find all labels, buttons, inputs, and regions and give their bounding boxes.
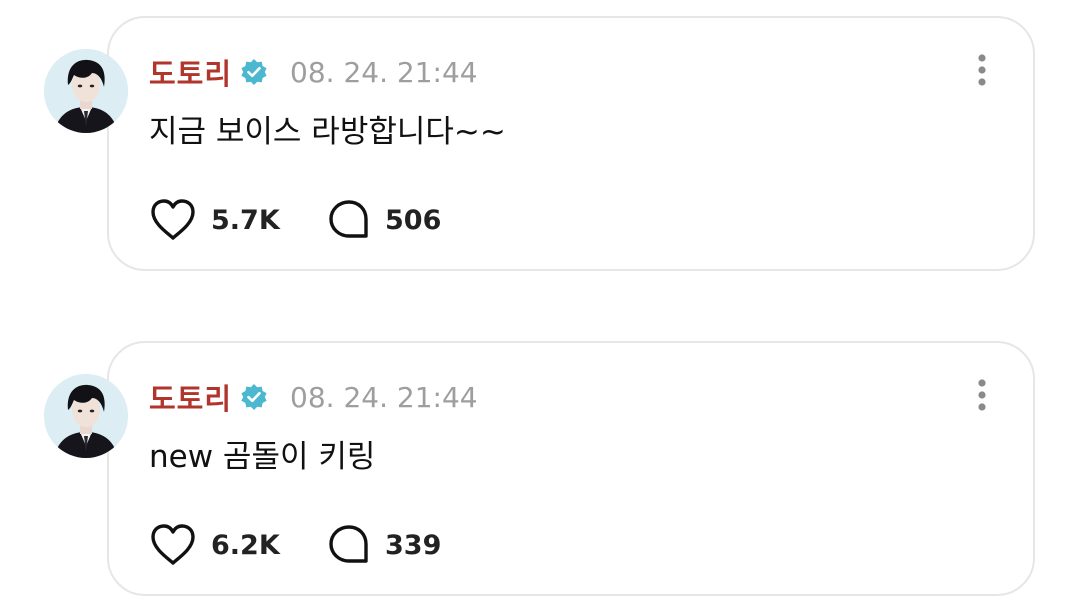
like-count: 6.2K xyxy=(211,529,280,561)
more-vertical-icon xyxy=(978,54,986,86)
comment-count: 506 xyxy=(385,204,442,236)
timestamp: 08. 24. 21:44 xyxy=(290,380,478,414)
post-text: new 곰돌이 키링 xyxy=(149,439,376,475)
author-name[interactable]: 도토리 xyxy=(149,51,232,93)
avatar[interactable] xyxy=(44,374,128,458)
like-button[interactable]: 5.7K xyxy=(149,198,327,242)
comment-bubble-icon xyxy=(329,200,368,238)
heart-icon xyxy=(151,524,195,565)
more-options-button[interactable] xyxy=(967,50,997,90)
like-button[interactable]: 6.2K xyxy=(149,523,327,567)
post-header: 도토리 08. 24. 21:44 xyxy=(149,377,478,417)
post-header: 도토리 08. 24. 21:44 xyxy=(149,52,478,92)
comment-button[interactable]: 506 xyxy=(327,198,441,242)
more-options-button[interactable] xyxy=(967,375,997,415)
post-card[interactable]: 도토리 08. 24. 21:44 new 곰돌이 키링 6.2K 339 xyxy=(44,341,1035,596)
author-name[interactable]: 도토리 xyxy=(149,376,232,418)
comment-count: 339 xyxy=(385,529,442,561)
post-text: 지금 보이스 라방합니다~~ xyxy=(149,114,506,150)
post-actions: 6.2K 339 xyxy=(149,523,441,567)
timestamp: 08. 24. 21:44 xyxy=(290,55,478,89)
more-vertical-icon xyxy=(978,379,986,411)
heart-icon xyxy=(151,199,195,240)
verified-badge-icon xyxy=(240,58,268,86)
avatar[interactable] xyxy=(44,49,128,133)
post-feed: 도토리 08. 24. 21:44 지금 보이스 라방합니다~~ 5.7K 50… xyxy=(0,0,1080,616)
comment-bubble-icon xyxy=(329,525,368,563)
verified-badge-icon xyxy=(240,383,268,411)
post-card[interactable]: 도토리 08. 24. 21:44 지금 보이스 라방합니다~~ 5.7K 50… xyxy=(44,16,1035,271)
comment-button[interactable]: 339 xyxy=(327,523,441,567)
like-count: 5.7K xyxy=(211,204,280,236)
post-actions: 5.7K 506 xyxy=(149,198,441,242)
